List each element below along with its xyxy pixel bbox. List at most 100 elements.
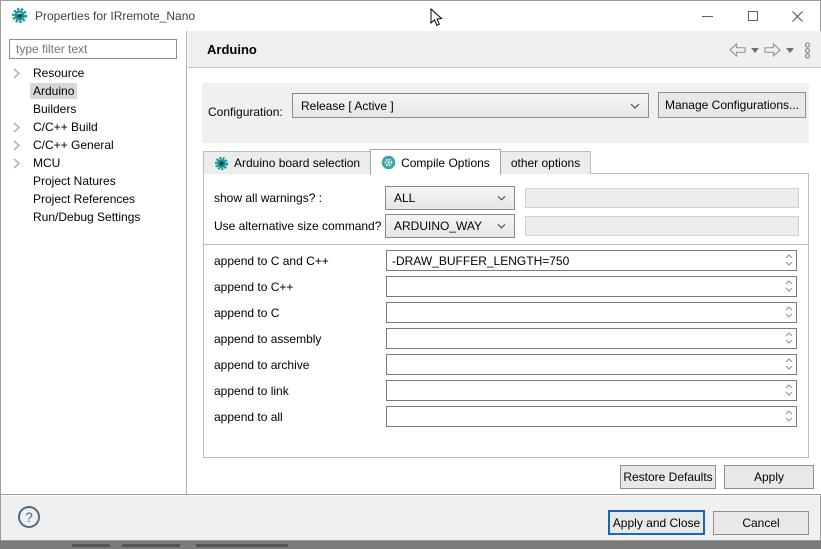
configuration-group: Configuration: Release [ Active ] Manage…	[202, 83, 809, 143]
size-command-select[interactable]: ARDUINO_WAY	[385, 214, 515, 238]
append-c-cpp-input[interactable]	[386, 250, 797, 271]
cancel-button[interactable]: Cancel	[713, 511, 809, 535]
sidebar-item-label: Builders	[30, 101, 79, 117]
sidebar-item-arduino[interactable]: Arduino	[2, 82, 185, 100]
back-icon[interactable]	[729, 43, 746, 57]
scroll-arrows-icon[interactable]	[783, 329, 795, 347]
mouse-cursor	[430, 8, 443, 30]
append-assembly-field-wrap	[386, 328, 797, 349]
append-archive-label: append to archive	[214, 358, 309, 372]
sidebar-item-builders[interactable]: Builders	[2, 100, 185, 118]
append-link-field-wrap	[386, 380, 797, 401]
manage-configurations-button[interactable]: Manage Configurations...	[658, 92, 806, 118]
append-all-label: append to all	[214, 410, 283, 424]
page-title: Arduino	[207, 42, 257, 57]
warnings-label: show all warnings? :	[214, 191, 322, 205]
restore-defaults-button[interactable]: Restore Defaults	[620, 465, 716, 489]
append-c-cpp-label: append to C and C++	[214, 254, 329, 268]
sloeber-gear-icon	[11, 7, 28, 24]
scroll-arrows-icon[interactable]	[783, 303, 795, 321]
sidebar-item-resource[interactable]: Resource	[2, 64, 185, 82]
sidebar-item-cpp-general[interactable]: C/C++ General	[2, 136, 185, 154]
append-assembly-label: append to assembly	[214, 332, 321, 346]
gear-circle-icon	[381, 155, 396, 170]
tab-label: Arduino board selection	[234, 156, 360, 170]
tab-compile-options[interactable]: Compile Options	[370, 149, 501, 175]
append-assembly-input[interactable]	[386, 328, 797, 349]
chevron-right-icon	[13, 140, 20, 151]
chevron-down-icon	[630, 103, 640, 109]
append-all-input[interactable]	[386, 406, 797, 427]
apply-and-close-button[interactable]: Apply and Close	[608, 510, 705, 535]
sidebar: Resource Arduino Builders C/C++ Build C/…	[2, 31, 187, 494]
background-window-remnant	[196, 544, 288, 547]
sidebar-item-label: Arduino	[30, 83, 77, 99]
append-archive-field-wrap	[386, 354, 797, 375]
page-buttons-row: Restore Defaults Apply	[620, 465, 814, 489]
minimize-button[interactable]	[685, 1, 730, 31]
filter-input[interactable]	[9, 39, 177, 59]
properties-dialog: Properties for IRremote_Nano Resource Ar…	[0, 0, 821, 541]
append-cpp-field-wrap	[386, 276, 797, 297]
scroll-arrows-icon[interactable]	[783, 355, 795, 373]
compile-options-panel: show all warnings? : ALL Use alternative…	[203, 173, 809, 458]
sidebar-item-project-natures[interactable]: Project Natures	[2, 172, 185, 190]
scroll-arrows-icon[interactable]	[783, 381, 795, 399]
section-divider	[204, 244, 808, 245]
sidebar-item-label: C/C++ General	[30, 137, 117, 153]
append-cpp-label: append to C++	[214, 280, 293, 294]
close-button[interactable]	[775, 1, 820, 31]
scroll-arrows-icon[interactable]	[783, 407, 795, 425]
append-c-input[interactable]	[386, 302, 797, 323]
chevron-down-icon	[497, 223, 506, 229]
size-command-label: Use alternative size command? :	[214, 219, 388, 233]
chevron-right-icon	[13, 122, 20, 133]
sidebar-item-project-references[interactable]: Project References	[2, 190, 185, 208]
chevron-right-icon	[13, 68, 20, 79]
configuration-select[interactable]: Release [ Active ]	[292, 93, 649, 118]
title-bar: Properties for IRremote_Nano	[1, 1, 820, 31]
sidebar-item-label: Project References	[30, 191, 138, 207]
warnings-select[interactable]: ALL	[385, 186, 515, 210]
tab-arduino-board-selection[interactable]: Arduino board selection	[203, 151, 371, 174]
append-link-label: append to link	[214, 384, 289, 398]
back-dropdown-icon[interactable]	[751, 48, 759, 53]
scroll-arrows-icon[interactable]	[783, 251, 795, 269]
main-panel: Arduino Configuration: Release [ Active …	[188, 31, 821, 494]
background-window-remnant	[122, 544, 180, 547]
page-nav	[729, 42, 812, 58]
sidebar-item-label: Resource	[30, 65, 87, 81]
page-header: Arduino	[188, 31, 821, 68]
append-cpp-input[interactable]	[386, 276, 797, 297]
append-link-input[interactable]	[386, 380, 797, 401]
minimize-icon	[702, 16, 713, 17]
window-title: Properties for IRremote_Nano	[35, 9, 195, 23]
help-icon: ?	[25, 509, 33, 525]
sidebar-item-label: Project Natures	[30, 173, 119, 189]
sidebar-item-cpp-build[interactable]: C/C++ Build	[2, 118, 185, 136]
warnings-value: ALL	[394, 191, 497, 205]
gear-icon	[214, 156, 229, 171]
close-icon	[792, 11, 803, 22]
chevron-down-icon	[497, 195, 506, 201]
configuration-value: Release [ Active ]	[301, 99, 630, 113]
sidebar-item-label: MCU	[30, 155, 63, 171]
maximize-button[interactable]	[730, 1, 775, 31]
screen: Properties for IRremote_Nano Resource Ar…	[0, 0, 821, 549]
tab-label: other options	[511, 156, 580, 170]
append-archive-input[interactable]	[386, 354, 797, 375]
tab-other-options[interactable]: other options	[500, 151, 591, 174]
append-c-cpp-field-wrap	[386, 250, 797, 271]
forward-dropdown-icon[interactable]	[786, 48, 794, 53]
sidebar-item-mcu[interactable]: MCU	[2, 154, 185, 172]
view-menu-icon[interactable]	[803, 42, 812, 59]
sidebar-item-run-debug-settings[interactable]: Run/Debug Settings	[2, 208, 185, 226]
size-command-extra-field	[525, 216, 799, 236]
help-button[interactable]: ?	[18, 506, 40, 528]
warnings-extra-field	[525, 188, 799, 208]
scroll-arrows-icon[interactable]	[783, 277, 795, 295]
append-c-field-wrap	[386, 302, 797, 323]
forward-icon[interactable]	[764, 43, 781, 57]
apply-button[interactable]: Apply	[724, 465, 814, 489]
background-window-remnant	[72, 544, 110, 547]
